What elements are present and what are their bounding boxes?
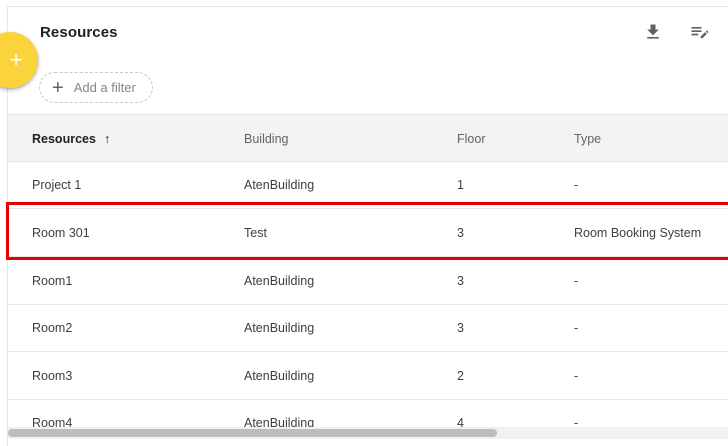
- horizontal-scrollbar[interactable]: [8, 427, 728, 439]
- cell-type: -: [574, 369, 579, 383]
- cell-floor: 3: [457, 321, 464, 335]
- table-row[interactable]: Project 1 AtenBuilding 1 -: [8, 162, 728, 209]
- edit-columns-button[interactable]: [687, 20, 711, 44]
- column-header-building[interactable]: Building: [244, 132, 288, 146]
- cell-type: -: [574, 178, 579, 192]
- scrollbar-thumb[interactable]: [8, 429, 497, 437]
- column-header-resources[interactable]: Resources ↑: [32, 132, 110, 146]
- table-row[interactable]: Room4 AtenBuilding 4 -: [8, 400, 728, 446]
- cell-building: AtenBuilding: [244, 274, 315, 288]
- page-title: Resources: [40, 24, 118, 41]
- cell-resource: Room3: [32, 369, 73, 383]
- cell-type: Room Booking System: [574, 226, 702, 240]
- download-button[interactable]: [641, 20, 665, 44]
- page: Resources + + Add a filter Resources ↑ Bu…: [0, 0, 728, 446]
- table-row[interactable]: Room3 AtenBuilding 2 -: [8, 353, 728, 400]
- edit-list-icon: [691, 27, 709, 39]
- cell-resource: Room 301: [32, 226, 90, 240]
- cell-floor: 3: [457, 274, 464, 288]
- cell-type: -: [574, 321, 579, 335]
- cell-building: AtenBuilding: [244, 178, 315, 192]
- plus-icon: +: [9, 47, 23, 72]
- column-header-type[interactable]: Type: [574, 132, 601, 146]
- table-row[interactable]: Room1 AtenBuilding 3 -: [8, 258, 728, 305]
- cell-type: -: [574, 274, 579, 288]
- sort-arrow-up-icon: ↑: [103, 132, 111, 146]
- table-header: Resources ↑ Building Floor Type: [8, 114, 728, 162]
- cell-resource: Room1: [32, 274, 73, 288]
- download-icon: [647, 24, 659, 39]
- cell-building: AtenBuilding: [244, 369, 315, 383]
- table-row[interactable]: Room 301 Test 3 Room Booking System: [8, 210, 728, 257]
- cell-building: AtenBuilding: [244, 321, 315, 335]
- cell-resource: Room2: [32, 321, 73, 335]
- table-row[interactable]: Room2 AtenBuilding 3 -: [8, 305, 728, 352]
- cell-resource: Project 1: [32, 178, 82, 192]
- cell-floor: 1: [457, 178, 464, 192]
- column-header-floor[interactable]: Floor: [457, 132, 485, 146]
- cell-building: Test: [244, 226, 267, 240]
- plus-icon: +: [52, 76, 64, 99]
- cell-floor: 2: [457, 369, 464, 383]
- cell-floor: 3: [457, 226, 464, 240]
- add-filter-chip[interactable]: + Add a filter: [39, 72, 153, 103]
- add-filter-label: Add a filter: [73, 80, 136, 95]
